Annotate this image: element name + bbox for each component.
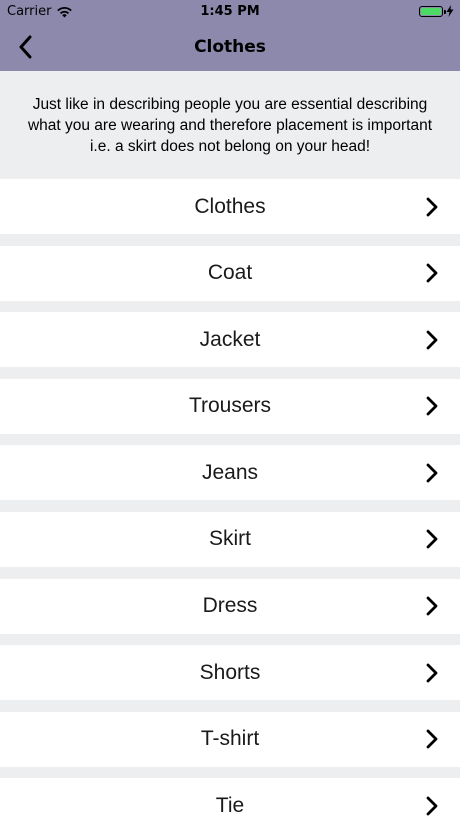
battery-fill [421,7,441,15]
list-item-label: Trousers [188,394,272,418]
list-item[interactable]: Jacket [0,312,460,368]
header: Carrier 1:45 PM Clothes [0,0,460,71]
status-bar: Carrier 1:45 PM [0,0,460,22]
screen: Carrier 1:45 PM Clothes Just like in des… [0,0,460,818]
list-item-label: Jeans [201,460,259,484]
list-item[interactable]: Dress [0,578,460,634]
battery-icon [419,5,446,17]
list-item[interactable]: Clothes [0,179,460,234]
chevron-right-icon [426,729,438,749]
chevron-right-icon [426,330,438,350]
chevron-right-icon [426,530,438,549]
list-item[interactable]: Tie [0,778,460,818]
clothes-list: Clothes Coat Jacket Trousers Jeans Skirt Dress… [0,179,460,818]
chevron-right-icon [426,197,438,216]
status-time: 1:45 PM [200,4,260,19]
list-item-label: Clothes [194,194,266,218]
charging-bolt-icon [446,5,454,17]
battery-indicator [419,5,454,17]
chevron-right-icon [426,463,438,483]
chevron-right-icon [426,263,438,283]
list-item[interactable]: Skirt [0,511,460,567]
nav-bar: Clothes [0,22,460,71]
list-item[interactable]: Shorts [0,645,460,701]
chevron-right-icon [426,596,438,616]
list-item-label: Shorts [199,660,261,684]
chevron-right-icon [426,396,438,416]
page-title: Clothes [194,37,266,57]
intro-section: Just like in describing people you are e… [0,71,460,179]
chevron-right-icon [426,796,438,816]
list-item[interactable]: T-shirt [0,711,460,767]
list-item-label: Skirt [209,527,251,551]
list-item-label: Jacket [199,327,261,351]
list-item[interactable]: Trousers [0,378,460,434]
list-item[interactable]: Coat [0,245,460,301]
list-item-label: Dress [202,594,258,618]
chevron-right-icon [426,663,438,683]
list-item[interactable]: Jeans [0,445,460,501]
list-item-label: T-shirt [200,727,260,751]
intro-description: Just like in describing people you are e… [27,95,433,155]
list-item-label: Tie [215,793,245,817]
list-item-label: Coat [207,261,253,285]
